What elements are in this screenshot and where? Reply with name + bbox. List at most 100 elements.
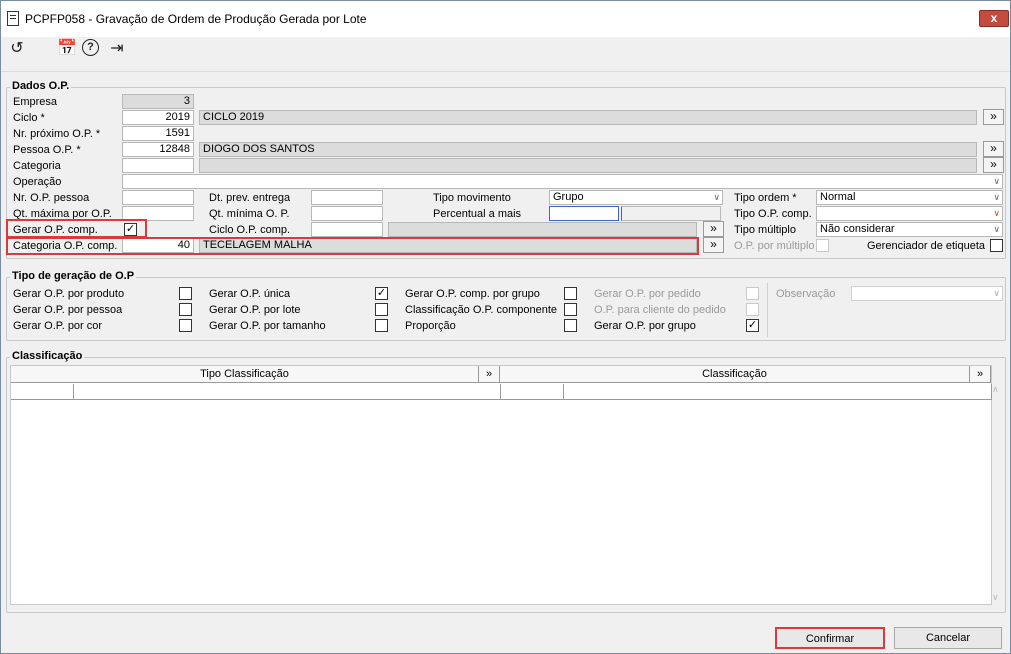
op-cliente-pedido-label: O.P. para cliente do pedido [594,304,726,316]
tipo-ordem-value: Normal [820,191,856,203]
ciclo-desc: CICLO 2019 [199,110,977,125]
tipo-movimento-select[interactable]: Grupo ∨ [549,190,723,205]
ciclo-comp-field[interactable] [311,222,383,237]
gerar-por-produto-label: Gerar O.P. por produto [13,288,125,300]
gerar-comp-grupo-checkbox[interactable] [564,287,577,300]
categoria-label: Categoria [13,160,61,172]
op-cliente-pedido-checkbox[interactable] [746,303,759,316]
gerar-por-produto-checkbox[interactable] [179,287,192,300]
categoria-comp-lookup-button[interactable]: » [703,237,724,253]
tipo-movimento-label: Tipo movimento [433,192,511,204]
nr-op-pessoa-field[interactable] [122,190,194,205]
dt-prev-field[interactable] [311,190,383,205]
classificacao-comp-label: Classificação O.P. componente [405,304,558,316]
dt-prev-label: Dt. prev. entrega [209,192,291,204]
ciclo-comp-label: Ciclo O.P. comp. [209,224,291,236]
calendar-icon[interactable]: 📅 [57,39,77,59]
gerenciador-checkbox[interactable] [990,239,1003,252]
gerar-por-pessoa-checkbox[interactable] [179,303,192,316]
gerar-comp-grupo-label: Gerar O.P. comp. por grupo [405,288,540,300]
observacao-select[interactable]: ∨ [851,286,1003,301]
tipo-multiplo-value: Não considerar [820,223,895,235]
gerar-por-cor-checkbox[interactable] [179,319,192,332]
chevron-down-icon: ∨ [993,192,1000,202]
gerar-por-grupo-checkbox[interactable]: ✓ [746,319,759,332]
gerar-unica-label: Gerar O.P. única [209,288,291,300]
empresa-field: 3 [122,94,194,109]
categoria-field[interactable] [122,158,194,173]
window: PCPFP058 - Gravação de Ordem de Produção… [0,0,1011,654]
highlight-categoria-comp [6,237,699,255]
table-row-cell[interactable] [11,384,74,400]
gerar-por-tamanho-checkbox[interactable] [375,319,388,332]
gerar-por-pessoa-label: Gerar O.P. por pessoa [13,304,123,316]
nr-op-pessoa-label: Nr. O.P. pessoa [13,192,90,204]
gerar-por-pedido-checkbox[interactable] [746,287,759,300]
proporcao-checkbox[interactable] [564,319,577,332]
gerar-por-lote-label: Gerar O.P. por lote [209,304,301,316]
gerar-unica-checkbox[interactable]: ✓ [375,287,388,300]
chevron-down-icon: ∨ [993,208,1000,218]
table-row-cell[interactable] [564,384,992,400]
close-button[interactable]: x [979,10,1009,27]
ciclo-field[interactable]: 2019 [122,110,194,125]
table-row-cell[interactable] [74,384,501,400]
dados-op-title: Dados O.P. [10,80,72,92]
app-icon [7,11,19,26]
tipo-geracao-title: Tipo de geração de O.P [10,270,137,282]
toolbar: ↺ 📅 ? ⇥ [1,38,1010,72]
col-classificacao[interactable]: Classificação [500,366,970,383]
tipo-multiplo-select[interactable]: Não considerar ∨ [816,222,1003,237]
tipo-ordem-select[interactable]: Normal ∨ [816,190,1003,205]
classificacao-title: Classificação [10,350,85,362]
pessoa-desc: DIOGO DOS SANTOS [199,142,977,157]
nr-proximo-field[interactable]: 1591 [122,126,194,141]
ciclo-lookup-button[interactable]: » [983,109,1004,125]
gerar-por-tamanho-label: Gerar O.P. por tamanho [209,320,326,332]
scroll-up-icon[interactable]: ∧ [992,384,999,395]
chevron-down-icon: ∨ [993,224,1000,234]
gerenciador-label: Gerenciador de etiqueta [867,240,986,252]
highlight-gerar-comp [6,219,147,238]
op-por-multiplo-checkbox[interactable] [816,239,829,252]
ciclo-label: Ciclo * [13,112,45,124]
classificacao-comp-checkbox[interactable] [564,303,577,316]
ciclo-comp-lookup-button[interactable]: » [703,221,724,237]
categoria-lookup-button[interactable]: » [983,157,1004,173]
tipo-op-comp-select[interactable]: ∨ [816,206,1003,221]
ciclo-comp-desc [388,222,697,237]
op-por-multiplo-label: O.P. por múltiplo [734,240,815,252]
confirm-button[interactable]: Confirmar [775,627,885,649]
pessoa-field[interactable]: 12848 [122,142,194,157]
cancel-button[interactable]: Cancelar [894,627,1002,649]
exit-icon[interactable]: ⇥ [107,39,127,59]
gerar-por-grupo-label: Gerar O.P. por grupo [594,320,696,332]
categoria-desc [199,158,977,173]
proporcao-label: Proporção [405,320,456,332]
gerar-por-lote-checkbox[interactable] [375,303,388,316]
scroll-down-icon[interactable]: ∨ [992,592,999,603]
tipo-op-comp-label: Tipo O.P. comp. [734,208,812,220]
classificacao-lookup-button[interactable]: » [970,366,991,383]
tipo-movimento-value: Grupo [553,191,584,203]
tipo-ordem-label: Tipo ordem * [734,192,797,204]
nr-proximo-label: Nr. próximo O.P. * [13,128,101,140]
operacao-select[interactable]: ∨ [122,174,1003,189]
col-tipo-classificacao[interactable]: Tipo Classificação [11,366,479,383]
help-icon[interactable]: ? [82,39,99,56]
gerar-por-cor-label: Gerar O.P. por cor [13,320,103,332]
qt-minima-field[interactable] [311,206,383,221]
chevron-down-icon: ∨ [993,288,1000,298]
pessoa-label: Pessoa O.P. * [13,144,81,156]
pessoa-lookup-button[interactable]: » [983,141,1004,157]
percentual-field[interactable] [549,206,619,221]
tipo-classificacao-lookup-button[interactable]: » [479,366,500,383]
percentual-label: Percentual a mais [433,208,522,220]
percentual-extra [621,206,721,221]
window-title: PCPFP058 - Gravação de Ordem de Produção… [25,12,367,26]
operacao-label: Operação [13,176,62,188]
qt-minima-label: Qt. mínima O. P. [209,208,290,220]
table-row-cell[interactable] [501,384,564,400]
scrollbar[interactable] [991,384,992,604]
undo-icon[interactable]: ↺ [7,39,27,59]
